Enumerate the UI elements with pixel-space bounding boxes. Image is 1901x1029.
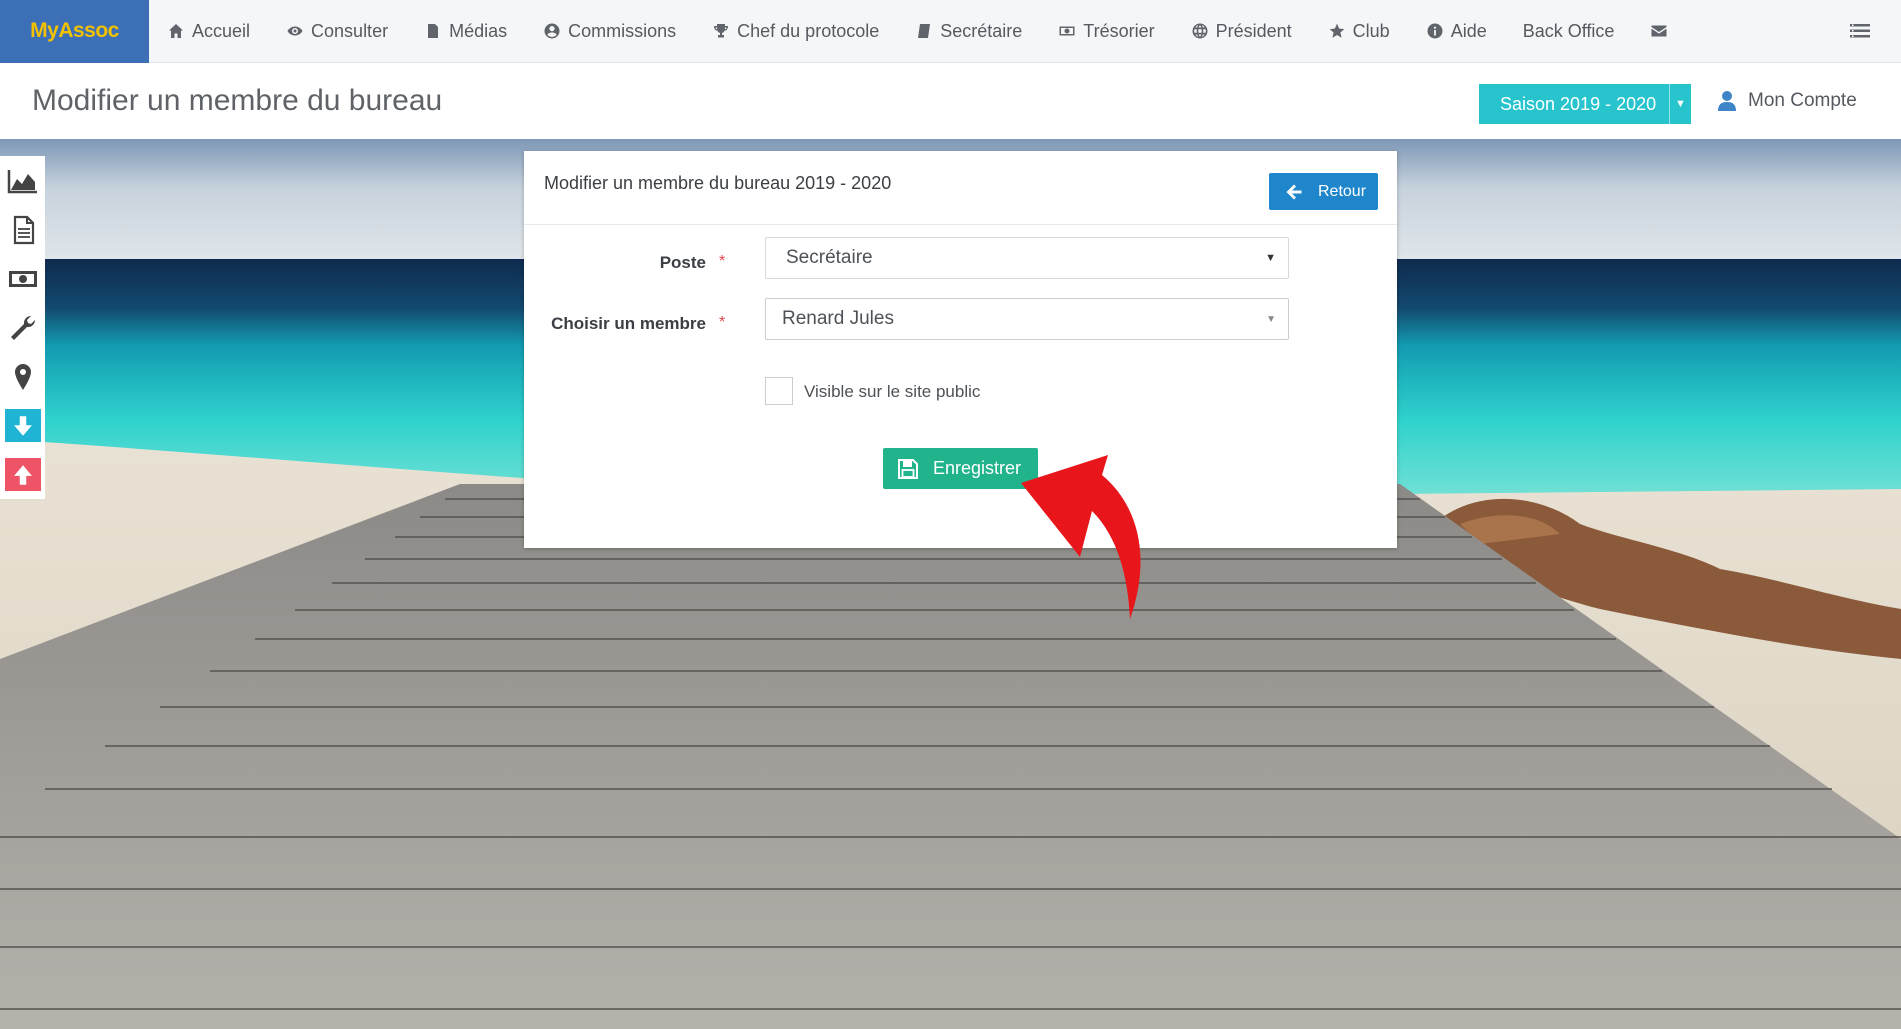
- caret-down-icon: ▼: [1266, 313, 1276, 325]
- nav-item-label: Chef du protocole: [737, 20, 880, 41]
- nav-item-label: Président: [1215, 20, 1292, 41]
- nav-item-consulter[interactable]: Consulter: [268, 0, 406, 63]
- nav-item-label: Aide: [1450, 20, 1487, 41]
- brand-logo[interactable]: MyAssoc: [0, 0, 149, 63]
- book-icon: [915, 22, 933, 40]
- arrow-up-icon: [13, 464, 32, 485]
- caret-down-icon: ▼: [1265, 252, 1276, 264]
- nav-item-label: Commissions: [568, 20, 677, 41]
- nav-item-label: Médias: [449, 20, 508, 41]
- nav-item-label: Accueil: [192, 20, 251, 41]
- membre-select[interactable]: Renard Jules ▼: [765, 298, 1289, 340]
- nav-item-messages[interactable]: [1632, 0, 1693, 63]
- wrench-icon: [10, 315, 35, 340]
- back-button[interactable]: Retour: [1269, 173, 1378, 210]
- nav-item-label: Consulter: [311, 20, 389, 41]
- money-icon: [1058, 22, 1076, 40]
- required-marker: *: [719, 253, 726, 270]
- nav-item-tresorier[interactable]: Trésorier: [1040, 0, 1172, 63]
- poste-label: Poste: [659, 253, 706, 272]
- tool-location[interactable]: [0, 352, 45, 401]
- floppy-disk-icon: [898, 458, 918, 479]
- tool-settings[interactable]: [0, 303, 45, 352]
- poste-select[interactable]: Secrétaire ▼: [765, 237, 1289, 279]
- nav-item-back-office[interactable]: Back Office: [1505, 0, 1633, 63]
- save-button[interactable]: Enregistrer: [883, 448, 1038, 489]
- tool-download[interactable]: [0, 401, 45, 450]
- info-icon: [1426, 22, 1444, 40]
- edit-member-panel: Modifier un membre du bureau 2019 - 2020…: [524, 151, 1397, 548]
- nav-item-label: Trésorier: [1083, 20, 1155, 41]
- nav-item-accueil[interactable]: Accueil: [149, 0, 268, 63]
- poste-value: Secrétaire: [786, 247, 873, 268]
- season-label: Saison 2019 - 2020: [1500, 93, 1657, 114]
- annotation-arrow: [1021, 455, 1141, 619]
- home-icon: [167, 22, 185, 40]
- nav-item-club[interactable]: Club: [1310, 0, 1408, 63]
- required-marker: *: [719, 314, 726, 331]
- nav-item-label: Club: [1352, 20, 1390, 41]
- map-marker-icon: [14, 363, 31, 390]
- nav-item-secretaire[interactable]: Secrétaire: [897, 0, 1040, 63]
- membre-value: Renard Jules: [782, 308, 894, 329]
- arrow-down-icon: [13, 415, 32, 436]
- menu-list-icon[interactable]: [1849, 21, 1871, 41]
- tool-document[interactable]: [0, 205, 45, 254]
- money-icon: [8, 270, 37, 287]
- visible-label: Visible sur le site public: [804, 382, 981, 401]
- nav-item-medias[interactable]: Médias: [406, 0, 525, 63]
- save-button-label: Enregistrer: [933, 458, 1022, 478]
- nav-item-president[interactable]: Président: [1173, 0, 1310, 63]
- visible-checkbox[interactable]: [765, 377, 793, 405]
- top-navbar: MyAssoc Accueil Consulter Médias Commiss…: [0, 0, 1901, 63]
- nav-item-label: Secrétaire: [940, 20, 1023, 41]
- back-button-label: Retour: [1318, 182, 1367, 200]
- area-chart-icon: [7, 169, 37, 193]
- page-header: Modifier un membre du bureau Saison 2019…: [0, 64, 1901, 139]
- main-menu: Accueil Consulter Médias Commissions Che…: [149, 0, 1693, 63]
- caret-down-icon: ▼: [1669, 84, 1691, 124]
- globe-icon: [1191, 22, 1209, 40]
- account-menu[interactable]: Mon Compte: [1718, 90, 1857, 112]
- star-icon: [1328, 22, 1346, 40]
- season-selector[interactable]: Saison 2019 - 2020 ▼: [1479, 84, 1691, 124]
- tool-finance[interactable]: [0, 254, 45, 303]
- left-toolbar: [0, 156, 45, 499]
- nav-item-commissions[interactable]: Commissions: [525, 0, 694, 63]
- tool-upload[interactable]: [0, 450, 45, 499]
- nav-item-label: Back Office: [1522, 20, 1615, 41]
- membre-label: Choisir un membre: [551, 314, 706, 333]
- tool-statistics[interactable]: [0, 156, 45, 205]
- user-circle-icon: [543, 22, 561, 40]
- file-icon: [424, 22, 442, 40]
- arrow-left-icon: [1286, 184, 1302, 199]
- page-title: Modifier un membre du bureau: [32, 84, 443, 117]
- panel-title: Modifier un membre du bureau 2019 - 2020: [544, 173, 892, 193]
- user-icon: [1718, 91, 1736, 111]
- panel-header: Modifier un membre du bureau 2019 - 2020…: [524, 151, 1397, 225]
- trophy-icon: [712, 22, 730, 40]
- account-label: Mon Compte: [1748, 90, 1857, 111]
- eye-icon: [286, 22, 304, 40]
- nav-item-chef-protocole[interactable]: Chef du protocole: [694, 0, 897, 63]
- nav-item-aide[interactable]: Aide: [1408, 0, 1505, 63]
- document-icon: [13, 215, 34, 244]
- envelope-icon: [1650, 22, 1668, 40]
